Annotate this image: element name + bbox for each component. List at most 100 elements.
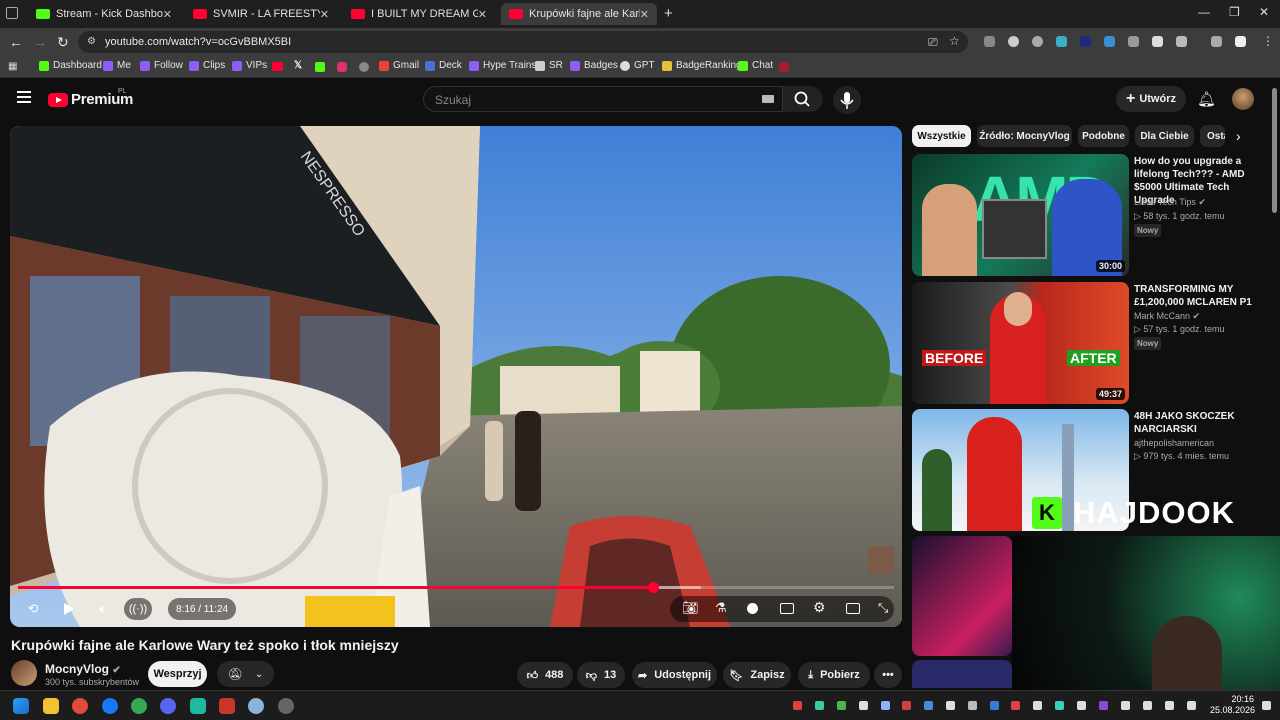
recommendation-title[interactable]: 48H JAKO SKOCZEK NARCIARSKI xyxy=(1134,410,1264,436)
tray-icon[interactable] xyxy=(1187,701,1196,710)
dislike-button[interactable]: 👎︎ 13 xyxy=(577,662,625,688)
chip-for-you[interactable]: Dla Ciebie xyxy=(1135,125,1194,147)
reload-icon[interactable]: ↻ xyxy=(57,34,69,51)
chevron-right-icon[interactable]: › xyxy=(1236,128,1241,144)
bookmark-item[interactable]: SR xyxy=(535,60,563,71)
more-actions-button[interactable]: ••• xyxy=(874,662,902,688)
recommendation-thumbnail-partial[interactable] xyxy=(912,536,1012,656)
lab-flask-icon[interactable]: ⚗ xyxy=(715,600,727,616)
maximize-button[interactable]: ❐ xyxy=(1229,5,1240,19)
recommendation-channel[interactable]: Linus Tech Tips ✔ xyxy=(1134,197,1206,208)
youtube-premium-logo[interactable]: Premium PL xyxy=(48,88,133,108)
extensions-puzzle-icon[interactable] xyxy=(1176,36,1187,47)
page-scrollbar[interactable] xyxy=(1272,88,1277,213)
reading-list-icon[interactable] xyxy=(1211,36,1222,47)
bookmark-item[interactable]: Badges xyxy=(570,60,618,71)
tray-icon[interactable] xyxy=(1121,701,1130,710)
extension-icon[interactable] xyxy=(984,36,995,47)
tray-icon[interactable] xyxy=(881,701,890,710)
chip-recent[interactable]: Ostatnio xyxy=(1200,125,1225,147)
recommendation-title[interactable]: TRANSFORMING MY £1,200,000 MCLAREN P1 xyxy=(1134,283,1264,309)
channel-avatar[interactable] xyxy=(11,660,37,686)
chip-related[interactable]: Podobne xyxy=(1078,125,1129,147)
notification-center-icon[interactable] xyxy=(1262,701,1271,710)
theater-mode-icon[interactable] xyxy=(846,603,860,614)
bookmark-item[interactable]: Gmail xyxy=(379,60,419,71)
extension-icon[interactable] xyxy=(1104,36,1115,47)
recommendation-thumbnail-partial[interactable] xyxy=(912,660,1012,688)
search-input[interactable]: Szukaj xyxy=(423,86,783,112)
tab-search-icon[interactable] xyxy=(6,7,18,19)
subscription-bell-button[interactable]: 🔕︎ ⌄ xyxy=(217,661,274,687)
bookmark-item[interactable]: Follow xyxy=(140,60,183,71)
close-icon[interactable]: ✕ xyxy=(478,8,487,21)
extension-icon[interactable] xyxy=(1152,36,1163,47)
extension-icon[interactable] xyxy=(1056,36,1067,47)
tray-icon[interactable] xyxy=(1165,701,1174,710)
tray-icon[interactable] xyxy=(1143,701,1152,710)
tray-icon[interactable] xyxy=(1099,701,1108,710)
loop-icon[interactable]: ⟲ xyxy=(22,598,44,620)
app-icon[interactable] xyxy=(190,698,206,714)
create-button[interactable]: + Utwórz xyxy=(1116,86,1186,112)
bookmark-item[interactable]: Clips xyxy=(189,60,225,71)
taskbar-clock[interactable]: 20:16 25.08.2026 xyxy=(1210,694,1255,716)
bookmark-item[interactable]: GPT xyxy=(620,60,655,71)
menu-dots-icon[interactable]: ⋮ xyxy=(1262,34,1274,48)
tray-icon[interactable] xyxy=(1033,701,1042,710)
tray-icon[interactable] xyxy=(924,701,933,710)
back-icon[interactable]: ← xyxy=(9,34,23,50)
file-explorer-icon[interactable] xyxy=(43,698,59,714)
globe-icon[interactable] xyxy=(359,62,369,72)
extension-icon[interactable] xyxy=(1008,36,1019,47)
tray-icon[interactable] xyxy=(946,701,955,710)
recommendation-item[interactable]: AMD 30:00 How do you upgrade a lifelong … xyxy=(912,154,1272,278)
forward-icon[interactable]: → xyxy=(33,34,47,50)
bookmark-item[interactable]: VIPs xyxy=(232,60,267,71)
obs-icon[interactable] xyxy=(278,698,294,714)
channel-name[interactable]: MocnyVlog ✔ xyxy=(45,662,121,676)
tray-icon[interactable] xyxy=(990,701,999,710)
chip-source[interactable]: Źródło: MocnyVlog xyxy=(977,125,1072,147)
minimize-button[interactable]: — xyxy=(1198,5,1210,19)
search-button[interactable] xyxy=(783,86,823,112)
video-thumbnail[interactable]: BEFORE AFTER 49:37 xyxy=(912,282,1129,404)
screenshot-camera-icon[interactable]: 📷︎ xyxy=(682,600,699,616)
like-button[interactable]: 👍︎ 488 xyxy=(517,662,573,688)
app-icon[interactable] xyxy=(779,62,789,72)
chrome-icon[interactable] xyxy=(131,698,147,714)
apps-grid-icon[interactable]: ▦ xyxy=(8,61,17,72)
tray-icon[interactable] xyxy=(815,701,824,710)
tray-icon[interactable] xyxy=(859,701,868,710)
play-button[interactable] xyxy=(58,598,80,620)
voice-search-button[interactable] xyxy=(833,86,861,114)
video-progress-bar[interactable] xyxy=(18,582,894,593)
fullscreen-icon[interactable]: ⤡ xyxy=(878,600,888,616)
hamburger-menu-icon[interactable] xyxy=(17,91,31,103)
close-icon[interactable]: ✕ xyxy=(163,8,172,21)
keyboard-icon[interactable] xyxy=(762,95,774,103)
bookmark-item[interactable]: Deck xyxy=(425,60,462,71)
x-twitter-icon[interactable]: 𝕏 xyxy=(294,60,302,71)
close-window-button[interactable]: ✕ xyxy=(1259,5,1269,19)
url-field[interactable]: ⚙ youtube.com/watch?v=ocGvBBMX5BI ⎚ ☆ xyxy=(78,31,968,53)
chrome-icon[interactable] xyxy=(72,698,88,714)
save-button[interactable]: 🔖︎ Zapisz xyxy=(723,662,791,688)
settings-gear-icon[interactable]: ⚙ xyxy=(813,599,826,616)
notifications-bell-icon[interactable]: 🔔︎ xyxy=(1197,90,1216,108)
close-icon[interactable]: ✕ xyxy=(640,8,649,21)
download-button[interactable]: ⤓ Pobierz xyxy=(798,662,870,688)
youtube-icon[interactable] xyxy=(272,62,283,71)
tray-icon[interactable] xyxy=(1055,701,1064,710)
tray-icon[interactable] xyxy=(1011,701,1020,710)
browser-tab-active[interactable]: Krupówki fajne ale Karlowe War ✕ xyxy=(501,3,657,25)
browser-tab[interactable]: I BUILT MY DREAM GAMING R ✕ xyxy=(343,3,495,25)
kick-icon[interactable] xyxy=(315,62,325,72)
bookmark-item[interactable]: Hype Trains xyxy=(469,60,536,71)
close-icon[interactable]: ✕ xyxy=(320,8,329,21)
instagram-icon[interactable] xyxy=(337,62,347,72)
browser-tab[interactable]: Stream - Kick Dashboard ✕ xyxy=(28,3,180,25)
video-player[interactable]: NESPRESSO ⟲ 🔈︎ ((·)) 8:16 / 11:24 📷︎ ⚗ ⚙… xyxy=(10,126,902,627)
new-tab-button[interactable]: + xyxy=(664,5,673,22)
extension-icon[interactable] xyxy=(1032,36,1043,47)
